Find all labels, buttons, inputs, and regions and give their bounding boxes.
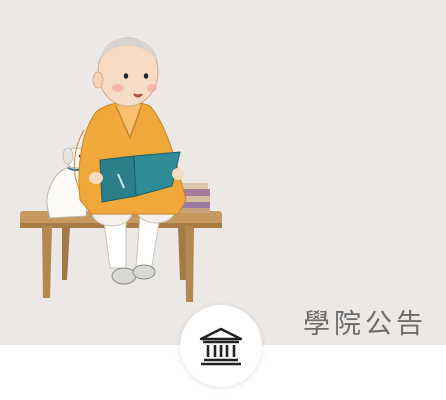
- announcement-banner: 學院公告: [0, 0, 446, 400]
- monk-reading-illustration: [20, 37, 222, 302]
- announcement-title: 學院公告: [303, 309, 427, 340]
- academy-building-icon: [199, 327, 243, 366]
- academy-emblem-button[interactable]: [180, 305, 262, 387]
- monk-head: [92, 37, 159, 107]
